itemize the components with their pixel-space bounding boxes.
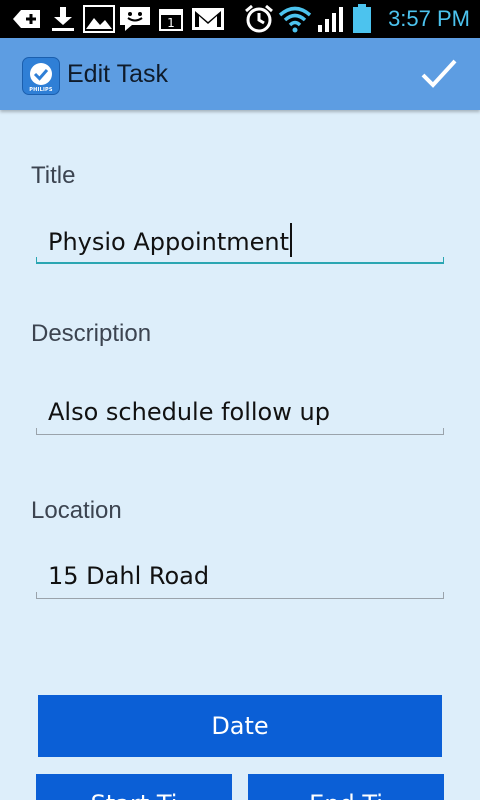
action-bar: PHILIPS Edit Task xyxy=(0,38,480,110)
location-input[interactable] xyxy=(36,556,444,596)
location-input-underline xyxy=(36,592,444,599)
text-caret xyxy=(290,223,292,257)
check-icon xyxy=(421,59,457,88)
date-button[interactable]: Date xyxy=(38,695,442,757)
status-bar: 1 3:57 PM xyxy=(0,0,480,38)
gmail-icon xyxy=(191,5,225,33)
alarm-icon xyxy=(243,4,275,33)
description-input-underline xyxy=(36,428,444,435)
title-label: Title xyxy=(31,162,76,189)
logo-text: PHILIPS xyxy=(29,87,53,93)
chat-icon xyxy=(118,5,152,33)
image-icon xyxy=(83,5,115,33)
screen-title: Edit Task xyxy=(67,60,168,88)
calendar-day: 1 xyxy=(167,16,175,30)
add-icon xyxy=(12,5,42,33)
edit-task-screen: 1 3:57 PM PHILIPS Edit Task Title Physio… xyxy=(0,0,480,800)
description-label: Description xyxy=(31,320,152,347)
start-time-button[interactable]: Start Ti xyxy=(36,774,232,800)
download-icon xyxy=(50,5,76,33)
battery-icon xyxy=(352,4,372,33)
confirm-button[interactable] xyxy=(420,56,458,92)
signal-icon xyxy=(316,5,348,33)
logo-check-icon xyxy=(30,63,52,85)
app-logo-icon[interactable]: PHILIPS xyxy=(22,57,60,95)
wifi-icon xyxy=(278,5,312,33)
calendar-icon: 1 xyxy=(157,5,185,33)
location-label: Location xyxy=(31,497,122,524)
status-clock: 3:57 PM xyxy=(388,6,470,31)
title-input[interactable] xyxy=(36,222,444,262)
end-time-button[interactable]: End Ti xyxy=(248,774,444,800)
title-input-underline xyxy=(36,257,444,264)
description-input[interactable] xyxy=(36,392,444,432)
